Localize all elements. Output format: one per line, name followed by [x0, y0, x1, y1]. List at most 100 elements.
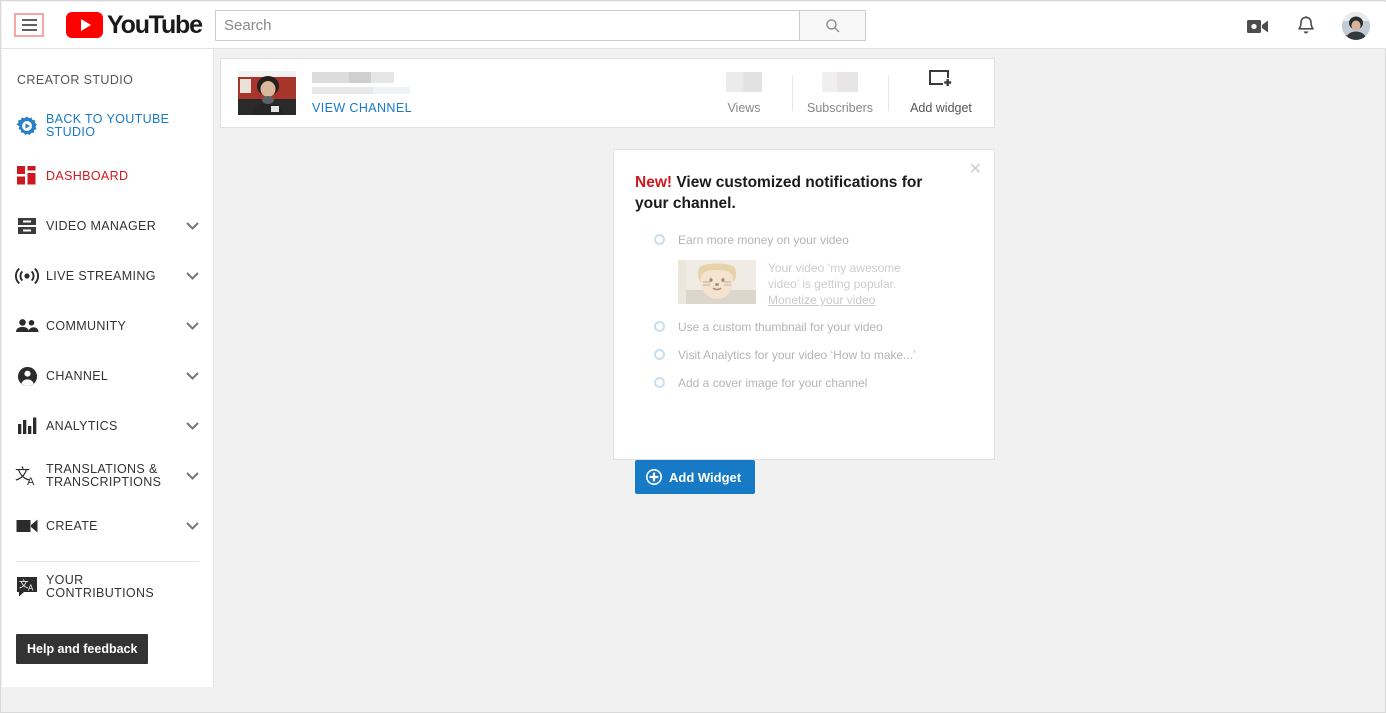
plus-circle-icon: [646, 469, 662, 485]
add-widget-icon: [929, 70, 953, 93]
main-content: VIEW CHANNEL Views Subscribers Add widge…: [215, 49, 1384, 711]
video-upload-icon[interactable]: [1246, 16, 1270, 36]
preview-item-label: Add a cover image for your channel: [678, 376, 868, 390]
sidebar-item-translations-transcriptions[interactable]: 文 A TRANSLATIONS & TRANSCRIPTIONS: [2, 451, 213, 501]
chevron-down-icon[interactable]: [186, 472, 199, 480]
chevron-down-icon[interactable]: [186, 272, 199, 280]
bar-chart-icon: [14, 417, 40, 435]
search-bar: [215, 10, 866, 41]
sidebar-item-label: TRANSLATIONS & TRANSCRIPTIONS: [46, 462, 162, 489]
subscribers-value-redacted: [822, 72, 858, 92]
translate-badge-icon: 文 A: [14, 576, 40, 598]
youtube-logo[interactable]: YouTube: [66, 10, 203, 40]
sidebar-item-community[interactable]: COMMUNITY: [2, 301, 213, 351]
sidebar-item-label: ANALYTICS: [46, 418, 118, 433]
stat-subscribers: Subscribers: [792, 69, 888, 117]
list-item: Use a custom thumbnail for your video: [654, 319, 994, 335]
stat-label: Subscribers: [807, 101, 873, 115]
video-thumbnail-preview: [678, 260, 756, 304]
hamburger-bar: [21, 29, 37, 31]
sidebar-item-dashboard[interactable]: DASHBOARD: [2, 151, 213, 201]
hamburger-menu-icon[interactable]: [14, 13, 44, 37]
search-input[interactable]: [215, 10, 800, 41]
app-page: YouTube Search CREATOR STUDIO BACK TO YO…: [0, 0, 1386, 713]
close-icon[interactable]: ✕: [969, 162, 982, 178]
list-item: Visit Analytics for your video ‘How to m…: [654, 347, 994, 363]
preview-item-label: Visit Analytics for your video ‘How to m…: [678, 348, 916, 362]
preview-detail: Your video ‘my awesome video’ is getting…: [678, 260, 994, 308]
svg-text:A: A: [28, 584, 34, 593]
add-widget-action[interactable]: Add widget: [888, 69, 994, 117]
channel-summary-card: VIEW CHANNEL Views Subscribers Add widge…: [220, 58, 995, 128]
video-manager-icon: [14, 216, 40, 236]
channel-subtitle-redacted: [312, 86, 410, 94]
people-icon: [14, 318, 40, 334]
sidebar-item-create[interactable]: CREATE: [2, 501, 213, 551]
sidebar-item-label: DASHBOARD: [46, 168, 129, 183]
person-circle-icon: [14, 366, 40, 387]
radio-circle-icon: [654, 349, 665, 360]
chevron-down-icon[interactable]: [186, 322, 199, 330]
preview-item-label: Earn more money on your video: [678, 233, 849, 247]
svg-text:A: A: [27, 476, 35, 487]
view-channel-link[interactable]: VIEW CHANNEL: [312, 101, 412, 115]
channel-avatar-photo[interactable]: [238, 71, 296, 115]
sidebar-item-label: YOUR CONTRIBUTIONS: [46, 573, 155, 600]
sidebar: CREATOR STUDIO BACK TO YOUTUBE STUDIO DA…: [2, 49, 214, 687]
sidebar-item-channel[interactable]: CHANNEL: [2, 351, 213, 401]
youtube-play-icon: [66, 12, 103, 38]
channel-stats: Views Subscribers Add widget: [696, 69, 994, 117]
hamburger-bar: [21, 19, 37, 21]
radio-circle-icon: [654, 234, 665, 245]
views-value-redacted: [726, 72, 762, 92]
add-widget-button[interactable]: Add Widget: [635, 460, 756, 494]
sidebar-item-live-streaming[interactable]: LIVE STREAMING: [2, 251, 213, 301]
sidebar-item-analytics[interactable]: ANALYTICS: [2, 401, 213, 451]
sidebar-item-label: VIDEO MANAGER: [46, 218, 157, 233]
list-item: Add a cover image for your channel: [654, 375, 994, 391]
preview-detail-text: Your video ‘my awesome video’ is getting…: [768, 260, 901, 308]
chevron-down-icon[interactable]: [186, 372, 199, 380]
video-camera-icon: [14, 518, 40, 534]
search-icon: [826, 19, 840, 33]
card-title-text: View customized notifications for your c…: [635, 174, 923, 212]
preview-item-label: Use a custom thumbnail for your video: [678, 320, 883, 334]
detail-line-2: video’ is getting popular.: [768, 277, 897, 291]
chevron-down-icon[interactable]: [186, 522, 199, 530]
list-item: Earn more money on your video: [654, 232, 994, 248]
gear-play-icon: [14, 115, 40, 137]
sidebar-item-label: CREATE: [46, 518, 98, 533]
sidebar-title: CREATOR STUDIO: [17, 73, 134, 87]
card-title: New! View customized notifications for y…: [635, 172, 954, 214]
radio-circle-icon: [654, 377, 665, 388]
translate-icon: 文 A: [14, 465, 40, 487]
stat-label: Views: [727, 101, 761, 115]
preview-list: Earn more money on your video Your video…: [654, 232, 994, 391]
sidebar-item-back-to-youtube-studio[interactable]: BACK TO YOUTUBE STUDIO: [2, 101, 213, 151]
bell-icon[interactable]: [1296, 15, 1316, 37]
top-header: YouTube: [2, 2, 1386, 49]
sidebar-item-your-contributions[interactable]: 文 A YOUR CONTRIBUTIONS: [2, 562, 213, 612]
sidebar-item-video-manager[interactable]: VIDEO MANAGER: [2, 201, 213, 251]
channel-name-redacted: [312, 71, 394, 83]
youtube-wordmark: YouTube: [107, 10, 203, 39]
live-broadcast-icon: [14, 267, 40, 285]
detail-line-1: Your video ‘my awesome: [768, 261, 901, 275]
hamburger-bar: [21, 24, 37, 26]
notification-promo-card: ✕ New! View customized notifications for…: [613, 149, 995, 494]
help-and-feedback-button[interactable]: Help and feedback: [16, 634, 149, 664]
header-actions: [1246, 2, 1370, 49]
add-widget-button-label: Add Widget: [669, 469, 742, 485]
sidebar-item-label: LIVE STREAMING: [46, 268, 156, 283]
radio-circle-icon: [654, 321, 665, 332]
channel-meta: VIEW CHANNEL: [312, 71, 412, 115]
monetize-link[interactable]: Monetize your video: [768, 292, 901, 308]
search-button[interactable]: [800, 10, 866, 41]
sidebar-item-label: BACK TO YOUTUBE STUDIO: [46, 112, 170, 139]
dashboard-grid-icon: [14, 166, 40, 186]
chevron-down-icon[interactable]: [186, 422, 199, 430]
sidebar-item-label: CHANNEL: [46, 368, 109, 383]
add-widget-label: Add widget: [910, 101, 972, 115]
avatar[interactable]: [1342, 11, 1370, 40]
chevron-down-icon[interactable]: [186, 222, 199, 230]
